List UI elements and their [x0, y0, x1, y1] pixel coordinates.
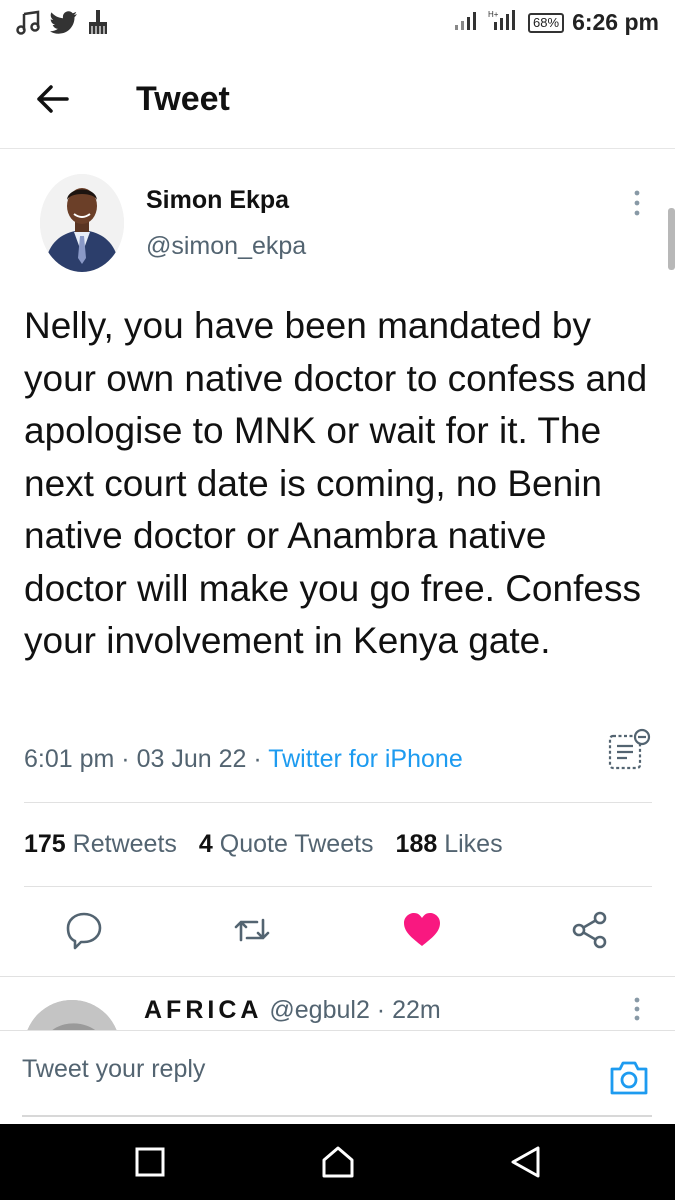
meta-separator: · — [376, 996, 386, 1024]
signal-bars-icon — [454, 9, 480, 36]
compose-bar — [0, 1030, 675, 1124]
analytics-icon[interactable] — [606, 728, 652, 772]
section-divider — [0, 976, 675, 977]
tweet-source-link[interactable]: Twitter for iPhone — [268, 745, 463, 773]
reply-author-name[interactable]: AFRICA — [144, 996, 262, 1024]
reply-time: 22m — [392, 996, 441, 1024]
camera-icon[interactable] — [608, 1057, 650, 1097]
back-triangle-icon[interactable] — [508, 1144, 544, 1180]
tweet-stats: 175 Retweets 4 Quote Tweets 188 Likes — [24, 830, 503, 859]
music-note-icon — [16, 10, 42, 41]
retweets-stat[interactable]: 175 Retweets — [24, 830, 177, 859]
compose-underline — [22, 1115, 652, 1117]
scrollbar[interactable] — [668, 208, 675, 270]
arrow-left-icon[interactable] — [36, 82, 70, 116]
page-title: Tweet — [136, 80, 230, 118]
tweet-meta: 6:01 pm · 03 Jun 22 · Twitter for iPhone — [24, 745, 463, 774]
divider — [24, 802, 652, 803]
recent-apps-icon[interactable] — [132, 1144, 168, 1180]
like-heart-icon[interactable] — [402, 910, 442, 950]
tweet-time: 6:01 pm — [24, 745, 115, 773]
author-handle[interactable]: @simon_ekpa — [146, 232, 306, 261]
header-divider — [0, 148, 675, 149]
meta-separator: · — [121, 745, 130, 773]
share-icon[interactable] — [570, 910, 610, 950]
reply-header[interactable]: AFRICA @egbul2 · 22m — [144, 996, 441, 1025]
reply-icon[interactable] — [64, 910, 104, 950]
svg-text:H+: H+ — [488, 10, 499, 19]
more-options-icon[interactable] — [628, 188, 646, 220]
battery-icon: 68% — [528, 12, 565, 33]
reply-input[interactable] — [22, 1049, 582, 1089]
author-name[interactable]: Simon Ekpa — [146, 186, 289, 215]
quote-tweets-stat[interactable]: 4 Quote Tweets — [199, 830, 374, 859]
status-bar: H+ 68% 6:26 pm — [0, 0, 675, 46]
signal-bars-icon: H+ — [488, 8, 520, 37]
more-options-icon[interactable] — [628, 996, 646, 1024]
android-nav-bar — [0, 1124, 675, 1200]
twitter-bird-icon — [50, 11, 78, 40]
retweet-icon[interactable] — [232, 910, 272, 950]
home-icon[interactable] — [320, 1144, 356, 1180]
app-header: Tweet — [0, 60, 675, 148]
reply-author-handle[interactable]: @egbul2 — [269, 996, 369, 1024]
avatar[interactable] — [40, 174, 124, 272]
likes-stat[interactable]: 188 Likes — [396, 830, 503, 859]
meta-separator: · — [253, 745, 262, 773]
tweet-date: 03 Jun 22 — [136, 745, 247, 773]
broom-icon — [86, 10, 110, 41]
divider — [24, 886, 652, 887]
tweet-text: Nelly, you have been mandated by your ow… — [24, 305, 648, 661]
status-time: 6:26 pm — [572, 9, 659, 35]
